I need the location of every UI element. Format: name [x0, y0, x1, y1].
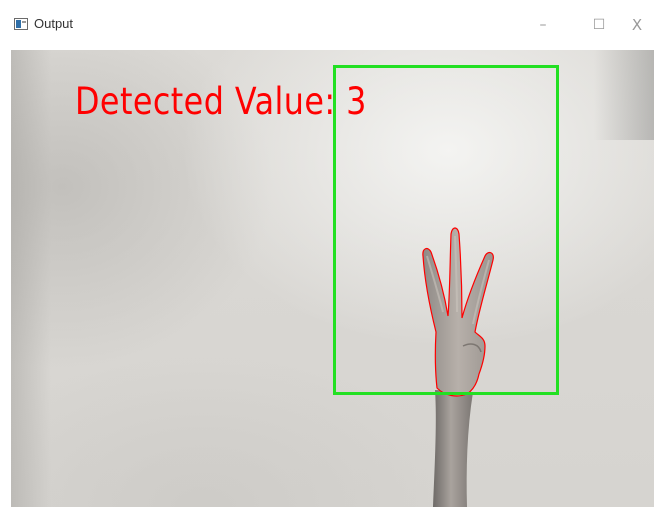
output-window: Output – ☐ X Detected Value: 3	[0, 0, 654, 507]
video-frame: Detected Value: 3	[11, 50, 654, 507]
app-window-icon	[14, 18, 28, 30]
close-button[interactable]: X	[622, 10, 652, 40]
title-bar[interactable]: Output – ☐ X	[0, 0, 654, 48]
detection-bounding-box	[333, 65, 559, 395]
detected-value-label: Detected Value: 3	[75, 80, 367, 123]
minimize-button[interactable]: –	[528, 10, 558, 40]
maximize-button[interactable]: ☐	[584, 10, 614, 40]
window-title: Output	[34, 16, 74, 31]
forearm-shape	[433, 390, 473, 507]
